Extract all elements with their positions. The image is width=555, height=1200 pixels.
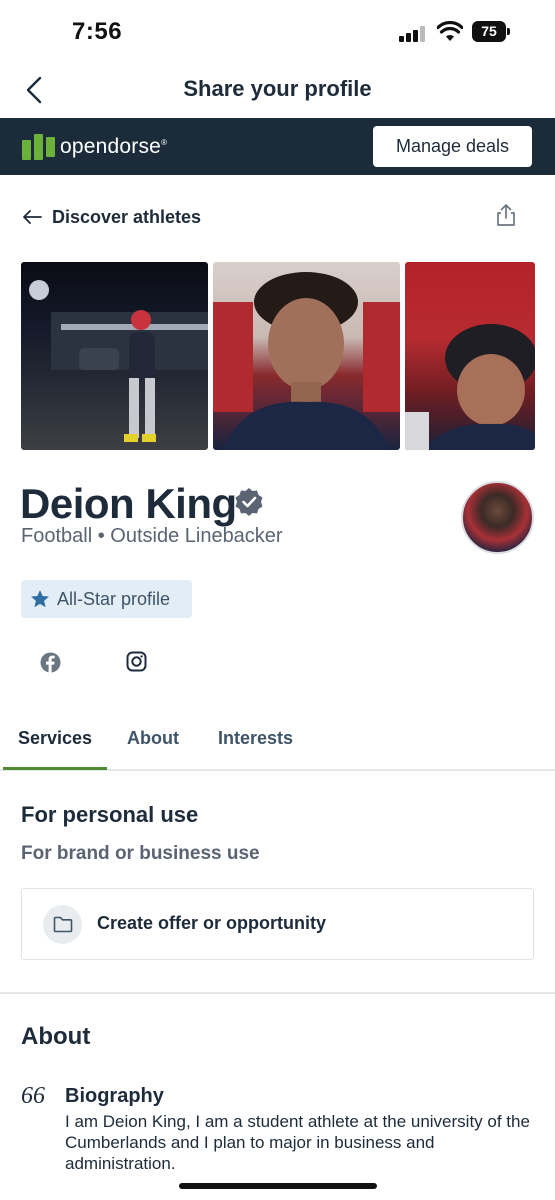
all-star-badge: All-Star profile [21,580,192,618]
profile-photo-1[interactable] [21,262,208,450]
active-tab-indicator [3,767,107,770]
wifi-icon [437,21,463,41]
manage-deals-button[interactable]: Manage deals [373,126,532,167]
all-star-label: All-Star profile [57,588,171,609]
facebook-icon[interactable] [40,652,61,673]
discover-athletes-link[interactable]: Discover athletes [22,203,201,231]
brand-name: opendorse® [60,135,168,158]
page-title: Share your profile [183,76,372,101]
share-icon[interactable] [495,203,517,227]
profile-tabs: Services About Interests [0,716,555,771]
discover-athletes-label: Discover athletes [52,206,202,227]
tab-services[interactable]: Services [18,728,92,749]
biography-heading: Biography [65,1085,164,1107]
verified-badge-icon [235,488,263,516]
athlete-name: Deion King [20,480,237,527]
tab-about[interactable]: About [127,728,179,749]
arrow-left-icon [23,210,42,224]
brand-use-option[interactable]: For brand or business use [21,843,260,865]
profile-photo-3[interactable] [405,262,535,450]
profile-photo-2[interactable] [213,262,400,450]
status-bar: 7:56 75 [0,0,555,62]
folder-icon [53,916,73,933]
create-offer-button[interactable]: Create offer or opportunity [21,888,534,960]
create-offer-label: Create offer or opportunity [97,913,327,933]
avatar[interactable] [461,481,534,554]
personal-use-option[interactable]: For personal use [21,802,198,828]
home-indicator[interactable] [179,1183,377,1189]
battery-icon: 75 [472,21,510,42]
tab-interests[interactable]: Interests [218,728,293,749]
about-heading: About [21,1023,91,1050]
offer-icon-circle [43,905,82,944]
athlete-sport-position: Football • Outside Linebacker [21,525,283,547]
biography-text: I am Deion King, I am a student athlete … [65,1112,530,1173]
top-nav: Share your profile [0,62,555,118]
brand-bar: opendorse® Manage deals [0,118,555,175]
status-time: 7:56 [72,18,123,45]
quote-icon: 66 [21,1083,45,1109]
section-divider [0,992,555,994]
instagram-icon[interactable] [126,651,147,672]
star-icon [31,590,49,608]
opendorse-logo[interactable]: opendorse® [22,132,167,162]
cellular-signal-icon [399,26,429,42]
battery-level: 75 [472,21,506,42]
opendorse-logo-mark-icon [22,134,56,160]
